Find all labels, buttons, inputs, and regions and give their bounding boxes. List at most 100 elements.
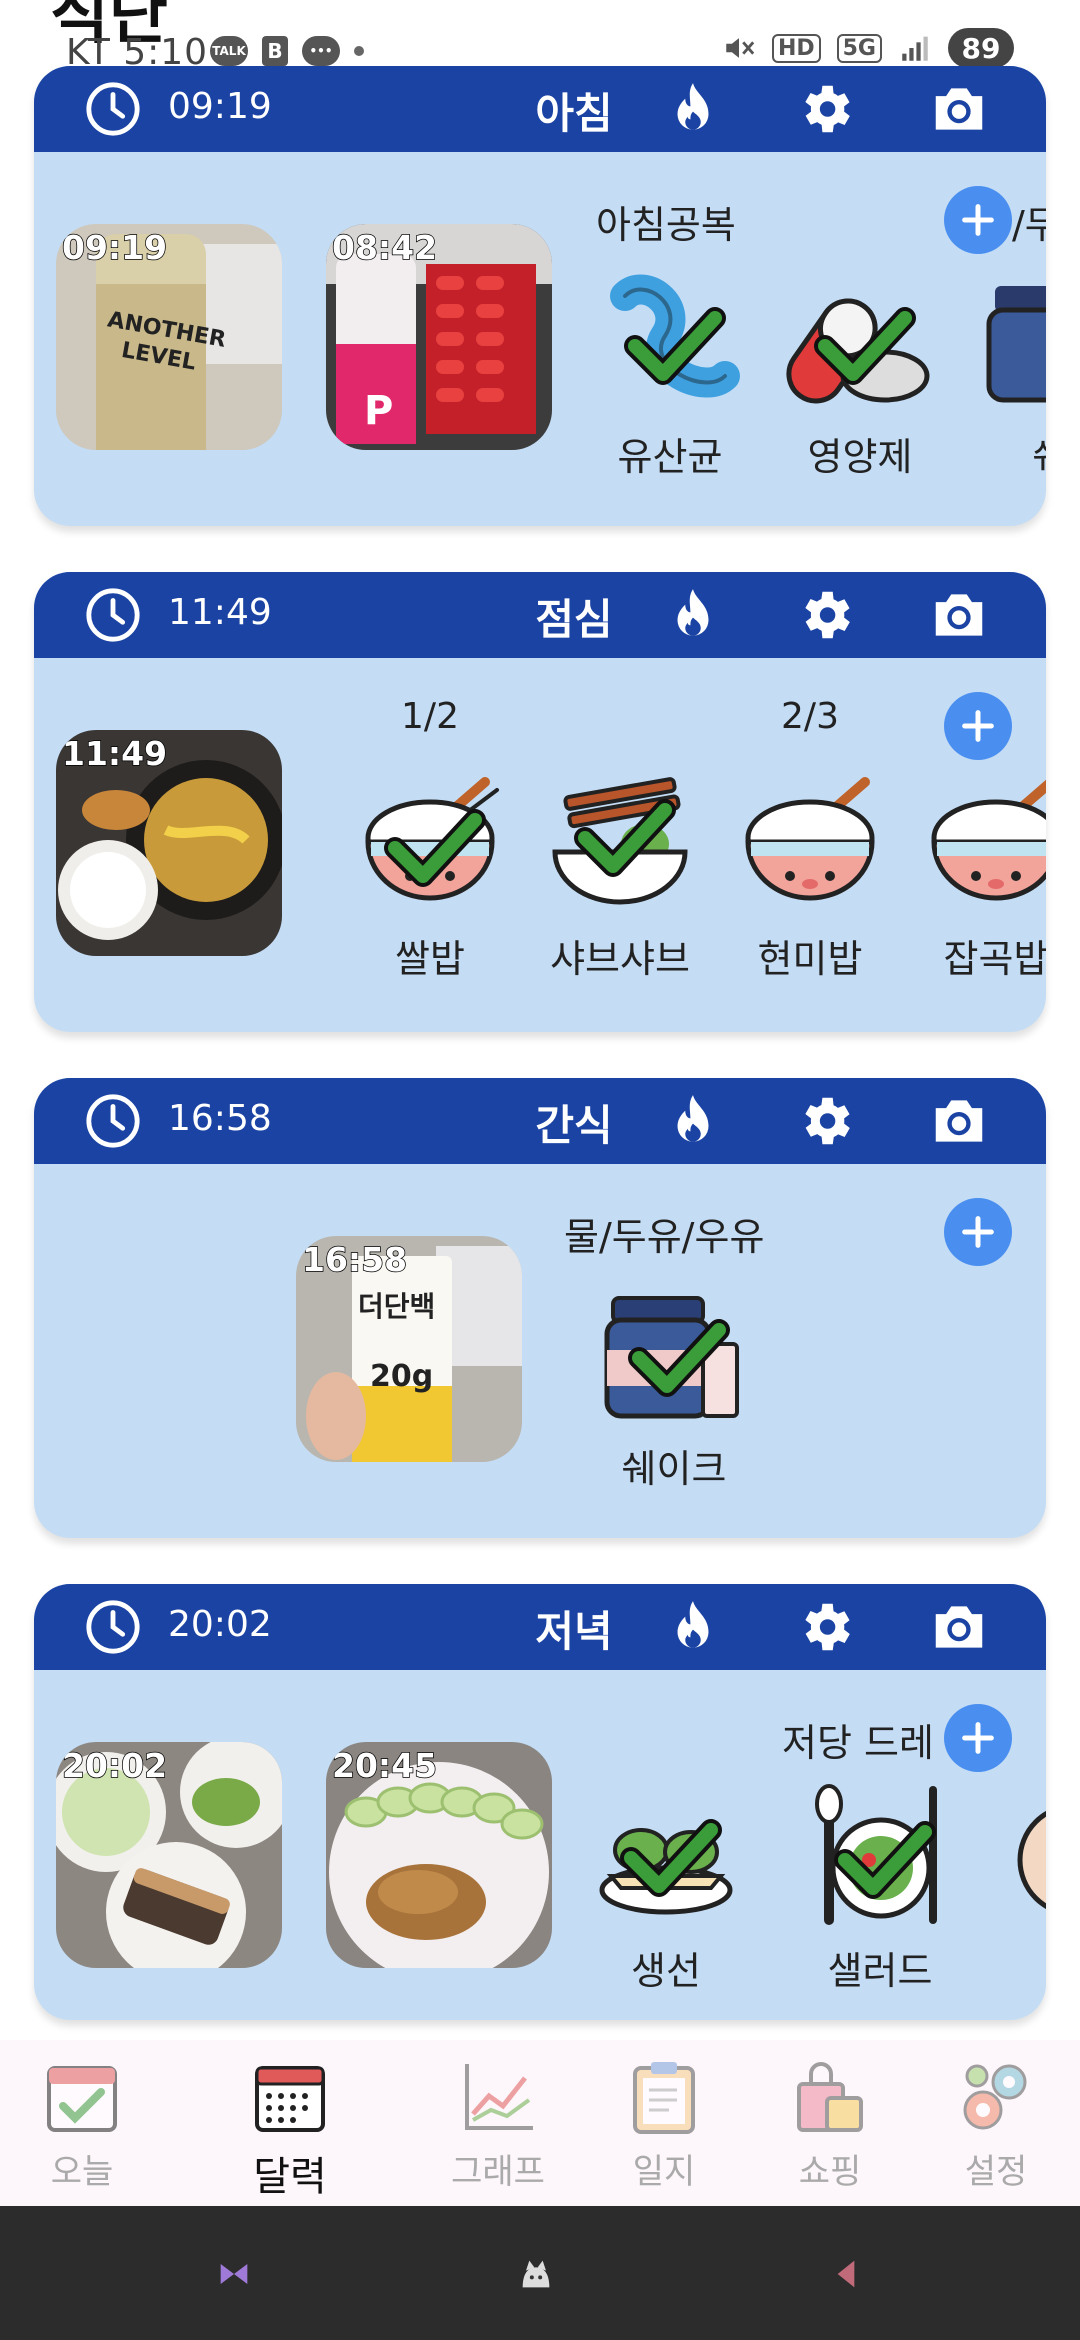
nav-tab-journal[interactable]: 일지: [584, 2054, 744, 2193]
kakaotalk-icon: TALK: [210, 36, 248, 66]
plus-icon: [962, 1216, 994, 1248]
add-item-button[interactable]: [944, 1704, 1012, 1772]
fire-icon[interactable]: [662, 1090, 724, 1152]
food-item-label: 쌀밥: [395, 937, 465, 981]
photo-time: 20:02: [61, 1745, 168, 1786]
gear-icon[interactable]: [794, 584, 856, 646]
mute-icon: [726, 38, 755, 58]
group-label-overflow: /무: [1012, 203, 1046, 247]
meal-card-lunch: 11:49 점심 11:49 1/2 2/3 2: [34, 572, 1046, 1032]
nav-label: 쇼핑: [798, 2152, 862, 2192]
fire-icon[interactable]: [662, 584, 724, 646]
bottom-nav: 오늘 달력 그래프 일지 쇼핑 설정: [0, 2040, 1080, 2206]
group-label: 저당 드레: [782, 1721, 934, 1765]
nav-tab-calendar[interactable]: 달력: [210, 2054, 370, 2202]
gear-icon[interactable]: [794, 78, 856, 140]
clock-icon[interactable]: [84, 1598, 142, 1656]
nav-label: 오늘: [50, 2152, 114, 2192]
clock-icon[interactable]: [84, 1092, 142, 1150]
portion-label: 2/3: [781, 696, 839, 737]
group-label: 아침공복: [596, 203, 736, 247]
meal-photo[interactable]: 11:49: [56, 730, 282, 956]
food-item[interactable]: 잡곡밥: [906, 768, 1046, 983]
meal-photo[interactable]: 20:02: [56, 1742, 282, 1968]
shopping-bag-icon: [797, 2062, 863, 2132]
food-item-label: 현미밥: [757, 937, 863, 981]
supplement-pill-icon: [786, 298, 930, 404]
camera-icon[interactable]: [928, 584, 990, 646]
meal-time[interactable]: 16:58: [168, 1098, 272, 1139]
meal-photo[interactable]: 더단백 20g 16:58: [296, 1236, 522, 1462]
portion-label: 1/2: [401, 696, 459, 737]
add-item-button[interactable]: [944, 692, 1012, 760]
salad-plate-icon: [815, 1784, 937, 1925]
svg-text:20g: 20g: [370, 1359, 433, 1394]
photo-time: 11:49: [61, 733, 168, 774]
meal-card-snack: 16:58 간식 더단백 20g 16:58 물/두유/우유 쉐이크: [34, 1078, 1046, 1538]
meal-time[interactable]: 09:19: [168, 86, 272, 127]
food-item-label: 생선: [631, 1949, 701, 1993]
meal-time[interactable]: 20:02: [168, 1604, 272, 1645]
meal-time[interactable]: 11:49: [168, 592, 272, 633]
nav-tab-shopping[interactable]: 쇼핑: [750, 2054, 910, 2193]
notification-icons: TALK B •••: [210, 36, 364, 66]
food-item[interactable]: 쉐: [960, 266, 1046, 481]
nav-tab-settings[interactable]: 설정: [916, 2054, 1076, 2193]
food-item[interactable]: ㅅ: [984, 1780, 1046, 1995]
nav-tab-today[interactable]: 오늘: [2, 2054, 162, 2193]
protein-shake-icon: [604, 1296, 739, 1419]
food-item-label: 쉐: [960, 426, 1046, 481]
fish-dish-icon: [599, 1819, 733, 1915]
add-item-button[interactable]: [944, 186, 1012, 254]
nav-tab-graph[interactable]: 그래프: [418, 2054, 578, 2193]
meal-header: 11:49 점심: [34, 572, 1046, 658]
svg-text:더단백: 더단백: [358, 1290, 435, 1323]
gear-icon[interactable]: [794, 1596, 856, 1658]
calendar-grid-icon: [255, 2066, 325, 2132]
meal-header: 20:02 저녁: [34, 1584, 1046, 1670]
nav-label: 일지: [632, 2152, 696, 2192]
more-dot-icon: [354, 46, 364, 56]
settings-gears-icon: [963, 2064, 1027, 2130]
camera-icon[interactable]: [928, 1596, 990, 1658]
meal-header: 09:19 아침: [34, 66, 1046, 152]
gear-icon[interactable]: [794, 1090, 856, 1152]
home-icon[interactable]: [516, 2254, 556, 2294]
food-item-label: 샐러드: [827, 1949, 933, 1993]
food-item-label: 유산균: [617, 435, 723, 479]
camera-icon[interactable]: [928, 1090, 990, 1152]
clock-icon[interactable]: [84, 80, 142, 138]
meal-name: 점심: [535, 595, 613, 644]
food-item[interactable]: 샐러드: [790, 1780, 970, 1995]
clock-icon[interactable]: [84, 586, 142, 644]
recent-apps-icon[interactable]: [214, 2254, 254, 2294]
signal-icon: [902, 36, 928, 61]
rice-bowl-icon: [745, 777, 875, 901]
fire-icon[interactable]: [662, 1596, 724, 1658]
fire-icon[interactable]: [662, 78, 724, 140]
group-label: 물/두유/우유: [564, 1215, 765, 1259]
meal-photo[interactable]: P 08:42: [326, 224, 552, 450]
food-item[interactable]: 쉐이크: [584, 1278, 764, 1493]
food-item[interactable]: 영양제: [770, 266, 950, 481]
back-icon[interactable]: [826, 2254, 866, 2294]
system-nav-bar: [0, 2206, 1080, 2340]
photo-time: 20:45: [331, 1745, 438, 1786]
nav-label: 그래프: [451, 2152, 545, 2192]
food-item-label: ㅅ: [984, 1940, 1046, 1995]
svg-text:P: P: [364, 388, 393, 434]
food-item[interactable]: 샤브샤브: [530, 768, 710, 983]
camera-icon[interactable]: [928, 78, 990, 140]
food-item[interactable]: 생선: [576, 1780, 756, 1995]
rice-bowl-icon: [365, 777, 499, 901]
meal-photo[interactable]: 20:45: [326, 1742, 552, 1968]
food-item[interactable]: 쌀밥: [340, 768, 520, 983]
add-item-button[interactable]: [944, 1198, 1012, 1266]
supplement-jar-icon: [986, 286, 1046, 403]
photo-time: 08:42: [331, 227, 438, 268]
food-item[interactable]: 유산균: [580, 266, 760, 481]
food-partial-icon: [1017, 1810, 1046, 1910]
food-item[interactable]: 현미밥: [720, 768, 900, 983]
meal-photo[interactable]: ANOTHER LEVEL 09:19: [56, 224, 282, 450]
shabu-shabu-icon: [552, 777, 688, 905]
